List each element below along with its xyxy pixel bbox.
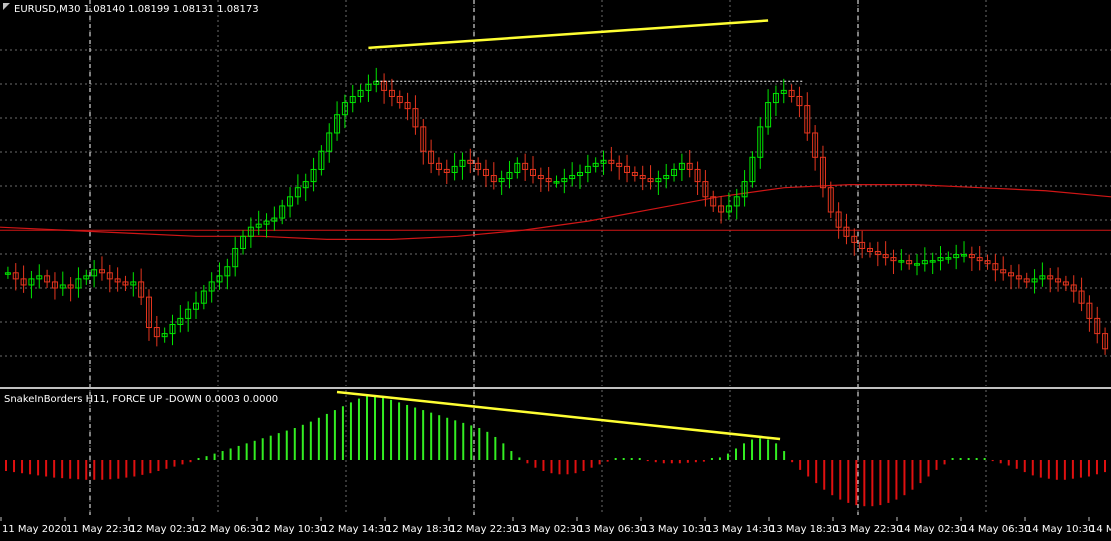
main-grid (0, 0, 1111, 386)
x-axis-label: 11 May 2020 (2, 524, 67, 535)
x-axis-label: 13 May 18:30 (770, 524, 839, 535)
x-axis-label: 14 May 06:30 (962, 524, 1031, 535)
x-axis-label: 12 May 10:30 (258, 524, 327, 535)
x-axis-label: 14 M... (1090, 524, 1111, 535)
indicator-trendline[interactable] (336, 390, 781, 441)
vertical-separators (89, 0, 859, 515)
x-axis-label: 12 May 02:30 (130, 524, 199, 535)
indicator-label: SnakeInBorders H11, FORCE UP -DOWN 0.000… (4, 394, 278, 405)
x-axis-label: 13 May 22:30 (834, 524, 903, 535)
x-axis-labels: 11 May 202011 May 22:3012 May 02:3012 Ma… (0, 517, 1111, 535)
x-axis-label: 11 May 22:30 (66, 524, 135, 535)
x-axis-label: 14 May 10:30 (1026, 524, 1095, 535)
x-axis-label: 12 May 18:30 (386, 524, 455, 535)
moving-average-line (0, 184, 1111, 240)
x-axis-label: 13 May 02:30 (514, 524, 583, 535)
x-axis-label: 13 May 10:30 (642, 524, 711, 535)
price-trendline[interactable] (368, 19, 769, 50)
x-axis-label: 13 May 14:30 (706, 524, 775, 535)
x-axis-label: 12 May 22:30 (450, 524, 519, 535)
x-axis-label: 12 May 14:30 (322, 524, 391, 535)
x-axis-label: 12 May 06:30 (194, 524, 263, 535)
main-chart-label: EURUSD,M30 1.08140 1.08199 1.08131 1.081… (14, 4, 259, 15)
chart-canvas: EURUSD,M30 1.08140 1.08199 1.08131 1.081… (0, 0, 1111, 535)
x-axis-label: 14 May 02:30 (898, 524, 967, 535)
chart-corner-icon (3, 3, 10, 10)
candlesticks (4, 67, 1109, 355)
indicator-histogram (5, 396, 1106, 507)
x-axis-label: 13 May 06:30 (578, 524, 647, 535)
indicator-grid (89, 390, 987, 515)
